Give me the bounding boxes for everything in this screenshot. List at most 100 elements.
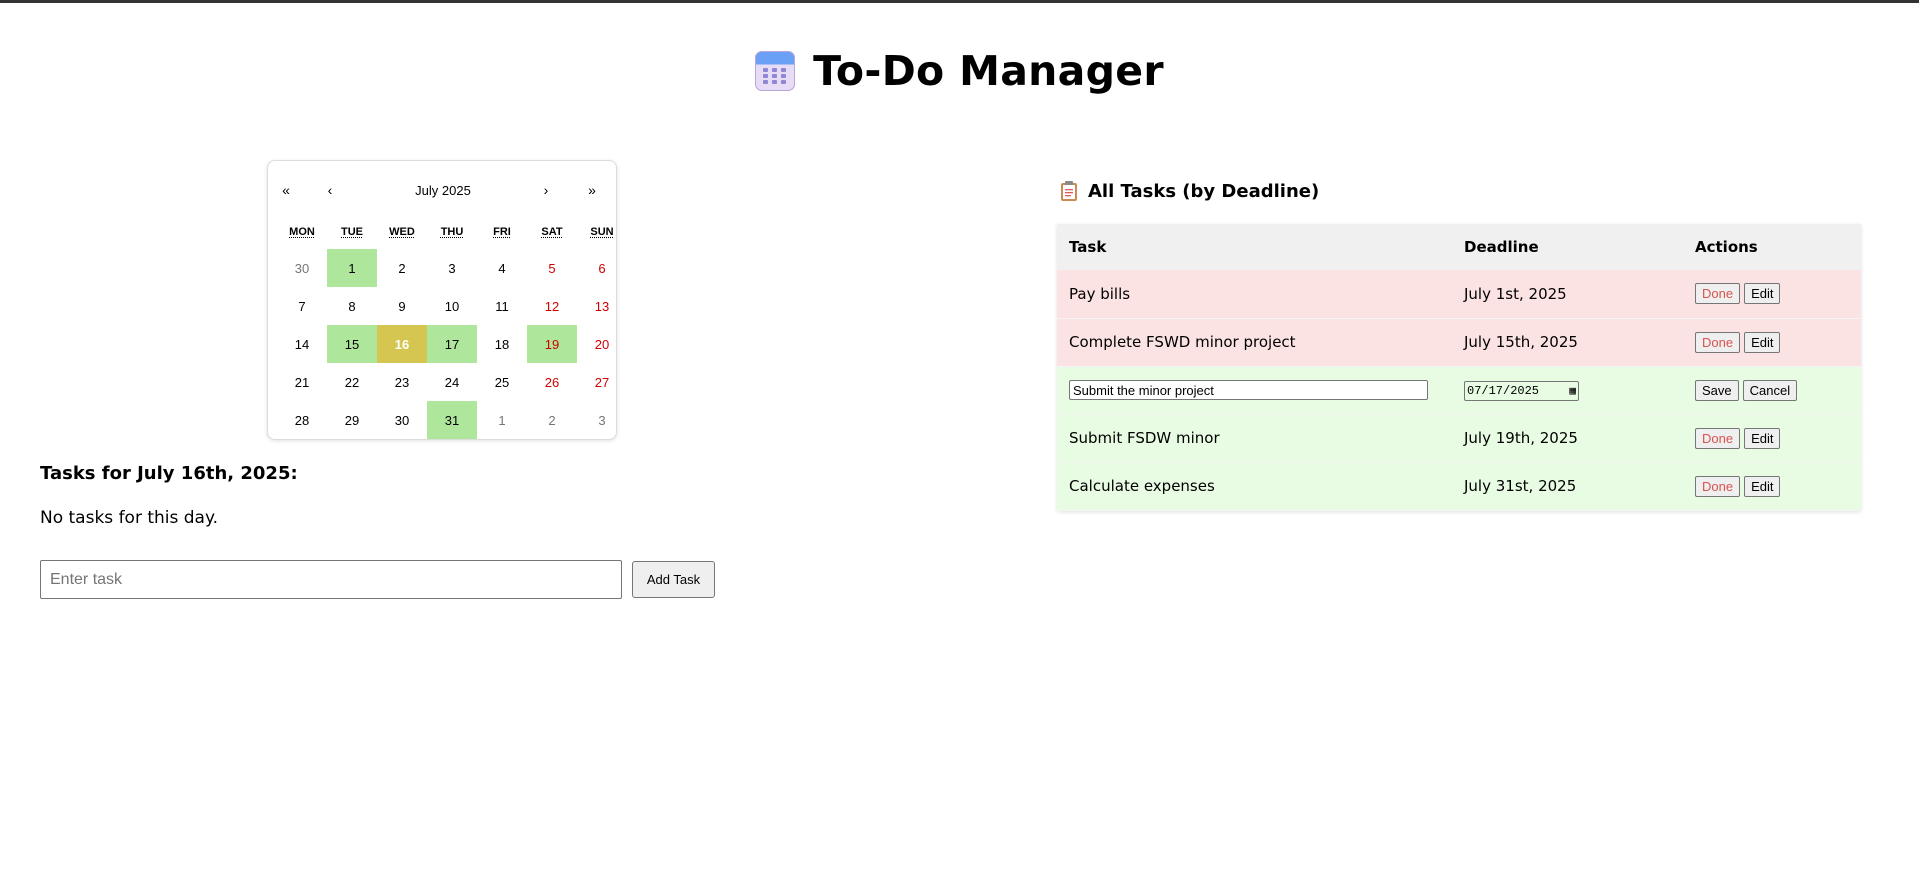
calendar-day[interactable]: 27 bbox=[577, 363, 627, 401]
selected-day-title: Tasks for July 16th, 2025: bbox=[40, 463, 298, 484]
calendar-navigation: « ‹ July 2025 › » bbox=[268, 175, 616, 205]
deadline-cell: 07/17/2025 ▦ bbox=[1452, 366, 1683, 415]
calendar-day[interactable]: 20 bbox=[577, 325, 627, 363]
calendar-day[interactable]: 10 bbox=[427, 287, 477, 325]
table-row: 07/17/2025 ▦ SaveCancel bbox=[1057, 366, 1861, 415]
column-header-actions: Actions bbox=[1683, 224, 1861, 270]
weekday-label: MON bbox=[289, 226, 315, 238]
deadline-cell: July 15th, 2025 bbox=[1452, 318, 1683, 367]
calendar-day[interactable]: 16 bbox=[377, 325, 427, 363]
edit-deadline-input[interactable]: 07/17/2025 ▦ bbox=[1464, 380, 1579, 401]
all-tasks-heading: All Tasks (by Deadline) bbox=[1060, 180, 1319, 202]
weekday-label: SUN bbox=[590, 226, 614, 238]
next-year-button[interactable]: » bbox=[574, 175, 610, 205]
done-button[interactable]: Done bbox=[1695, 427, 1741, 449]
done-button[interactable]: Done bbox=[1695, 283, 1741, 305]
calendar-day[interactable]: 30 bbox=[277, 249, 327, 287]
calendar-day[interactable]: 14 bbox=[277, 325, 327, 363]
table-row: Complete FSWD minor project July 15th, 20… bbox=[1057, 318, 1861, 367]
calendar-day[interactable]: 25 bbox=[477, 363, 527, 401]
calendar-day[interactable]: 15 bbox=[327, 325, 377, 363]
table-header-row: Task Deadline Actions bbox=[1057, 224, 1861, 270]
calendar-day[interactable]: 31 bbox=[427, 401, 477, 439]
weekday-label: SAT bbox=[541, 226, 563, 238]
calendar-day[interactable]: 22 bbox=[327, 363, 377, 401]
actions-cell: Done Edit bbox=[1683, 414, 1861, 463]
calendar-day[interactable]: 2 bbox=[377, 249, 427, 287]
calendar-day[interactable]: 24 bbox=[427, 363, 477, 401]
weekday-label: FRI bbox=[493, 226, 511, 238]
column-header-task: Task bbox=[1057, 224, 1452, 270]
empty-message: No tasks for this day. bbox=[40, 508, 219, 528]
calendar-day[interactable]: 3 bbox=[427, 249, 477, 287]
calendar-day[interactable]: 18 bbox=[477, 325, 527, 363]
calendar-day[interactable]: 1 bbox=[327, 249, 377, 287]
calendar-day[interactable]: 4 bbox=[477, 249, 527, 287]
calendar-day[interactable]: 3 bbox=[577, 401, 627, 439]
calendar-day[interactable]: 11 bbox=[477, 287, 527, 325]
month-label-button[interactable]: July 2025 bbox=[368, 175, 518, 205]
clipboard-icon bbox=[1060, 180, 1078, 202]
done-button[interactable]: Done bbox=[1695, 331, 1741, 353]
calendar-day[interactable]: 5 bbox=[527, 249, 577, 287]
actions-cell: Save Cancel bbox=[1683, 366, 1861, 415]
actions-cell: Done Edit bbox=[1683, 462, 1861, 511]
actions-cell: Done Edit bbox=[1683, 270, 1861, 319]
page-title: To-Do Manager bbox=[813, 47, 1164, 95]
calendar-day[interactable]: 8 bbox=[327, 287, 377, 325]
edit-button[interactable]: Edit bbox=[1744, 427, 1781, 449]
calendar-day[interactable]: 19 bbox=[527, 325, 577, 363]
deadline-cell: July 1st, 2025 bbox=[1452, 270, 1683, 319]
edit-button[interactable]: Edit bbox=[1744, 475, 1781, 497]
calendar-day[interactable]: 30 bbox=[377, 401, 427, 439]
column-header-deadline: Deadline bbox=[1452, 224, 1683, 270]
calendar-day[interactable]: 13 bbox=[577, 287, 627, 325]
weekday-label: THU bbox=[440, 226, 464, 238]
save-button[interactable]: Save bbox=[1695, 379, 1739, 401]
calendar-day[interactable]: 9 bbox=[377, 287, 427, 325]
task-cell: Calculate expenses bbox=[1057, 462, 1452, 511]
table-row: Submit FSDW minor July 19th, 2025 Done Edit bbox=[1057, 414, 1861, 463]
cancel-button[interactable]: Cancel bbox=[1742, 379, 1798, 401]
calendar-day[interactable]: 7 bbox=[277, 287, 327, 325]
calendar-day[interactable]: 1 bbox=[477, 401, 527, 439]
new-task-input[interactable] bbox=[40, 560, 622, 599]
actions-cell: Done Edit bbox=[1683, 318, 1861, 367]
task-cell: Pay bills bbox=[1057, 270, 1452, 319]
deadline-cell: July 19th, 2025 bbox=[1452, 414, 1683, 463]
next-month-button[interactable]: › bbox=[528, 175, 564, 205]
calendar-day[interactable]: 6 bbox=[577, 249, 627, 287]
edit-button[interactable]: Edit bbox=[1744, 331, 1781, 353]
calendar-day[interactable]: 26 bbox=[527, 363, 577, 401]
weekday-label: TUE bbox=[341, 226, 363, 238]
app-header: To-Do Manager bbox=[0, 47, 1919, 95]
calendar-widget: « ‹ July 2025 › » MON TUE WED THU FRI SAT SUN … bbox=[267, 160, 617, 440]
calendar-picker-icon[interactable]: ▦ bbox=[1569, 384, 1576, 398]
edit-task-input[interactable] bbox=[1069, 380, 1428, 400]
calendar-day[interactable]: 17 bbox=[427, 325, 477, 363]
calendar-day[interactable]: 23 bbox=[377, 363, 427, 401]
table-row: Pay bills July 1st, 2025 Done Edit bbox=[1057, 270, 1861, 319]
calendar-day[interactable]: 2 bbox=[527, 401, 577, 439]
edit-button[interactable]: Edit bbox=[1744, 283, 1781, 305]
deadline-cell: July 31st, 2025 bbox=[1452, 462, 1683, 511]
day-grid: 30 1 2 3 4 5 6 7 8 9 10 11 12 13 14 15 16 17 18 19 20 21 22 23 2… bbox=[277, 249, 627, 439]
done-button[interactable]: Done bbox=[1695, 475, 1741, 497]
all-tasks-title: All Tasks (by Deadline) bbox=[1088, 180, 1320, 202]
weekday-header: MON TUE WED THU FRI SAT SUN bbox=[277, 226, 627, 238]
tasks-table: Task Deadline Actions Pay bills July 1st,… bbox=[1057, 224, 1861, 511]
prev-month-button[interactable]: ‹ bbox=[312, 175, 348, 205]
calendar-day[interactable]: 21 bbox=[277, 363, 327, 401]
table-row: Calculate expenses July 31st, 2025 Done Edi… bbox=[1057, 462, 1861, 511]
calendar-day[interactable]: 12 bbox=[527, 287, 577, 325]
task-cell: Submit FSDW minor bbox=[1057, 414, 1452, 463]
weekday-label: WED bbox=[389, 226, 415, 238]
edit-deadline-value: 07/17/2025 bbox=[1467, 383, 1540, 398]
task-cell bbox=[1057, 366, 1452, 415]
add-task-button[interactable]: Add Task bbox=[632, 561, 715, 598]
calendar-icon bbox=[755, 51, 796, 91]
task-cell: Complete FSWD minor project bbox=[1057, 318, 1452, 367]
calendar-day[interactable]: 28 bbox=[277, 401, 327, 439]
calendar-day[interactable]: 29 bbox=[327, 401, 377, 439]
prev-year-button[interactable]: « bbox=[268, 175, 304, 205]
